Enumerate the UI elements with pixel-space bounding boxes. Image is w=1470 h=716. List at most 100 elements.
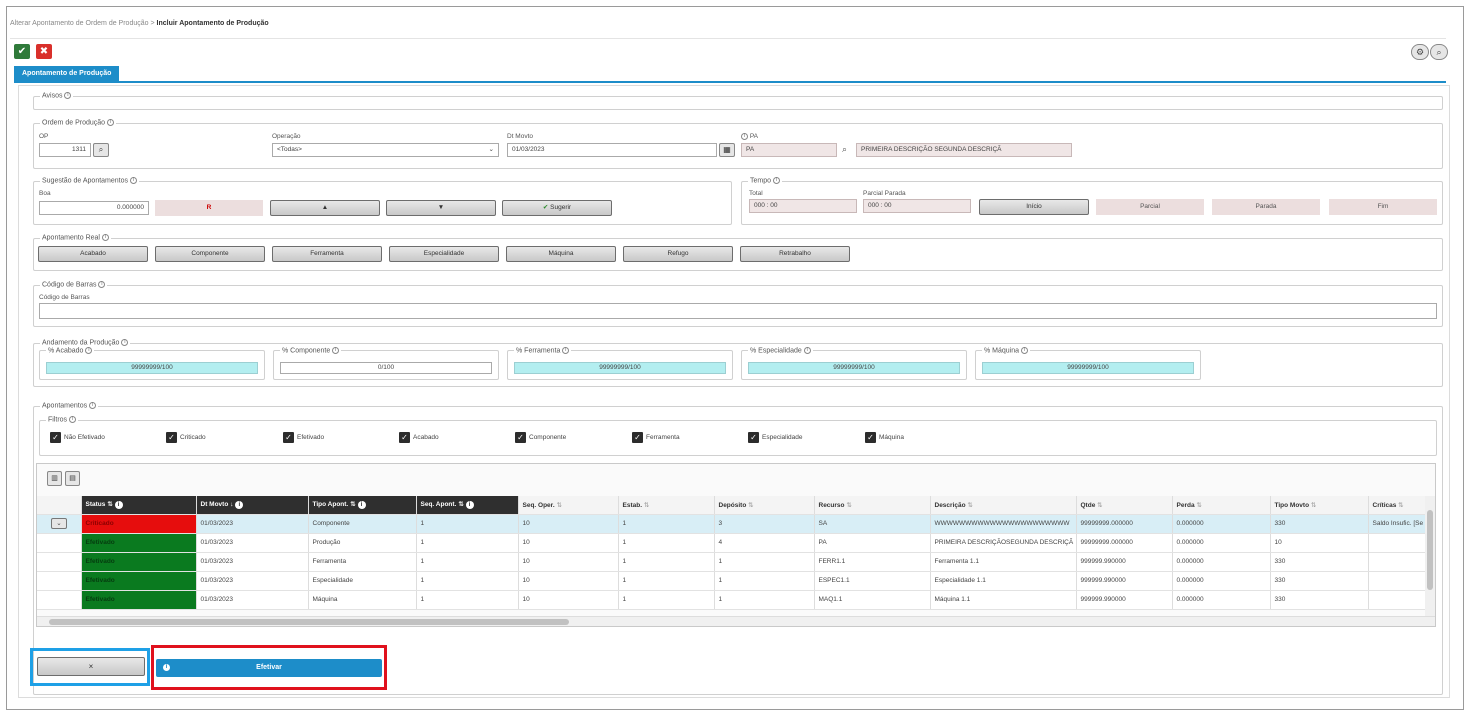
- col-header-descricao[interactable]: Descrição ⇅: [930, 496, 1077, 515]
- cancel-button[interactable]: ✖: [36, 44, 52, 59]
- maquina-progress-field: 99999999/100: [982, 362, 1194, 374]
- filter-efetivado[interactable]: ✓ Efetivado: [283, 432, 324, 444]
- inicio-button[interactable]: Início: [979, 199, 1089, 215]
- operacao-select[interactable]: <Todas> ⌄: [272, 143, 499, 157]
- row-expand-cell[interactable]: ⌄: [37, 514, 82, 534]
- filter-criticado[interactable]: ✓ Criticado: [166, 432, 206, 444]
- parada-button[interactable]: Parada: [1212, 199, 1320, 215]
- grid-vertical-scrollbar[interactable]: [1425, 496, 1435, 618]
- table-row[interactable]: ⌄ Criticado 01/03/2023 Componente 1 10 1…: [37, 514, 1435, 534]
- acabado-button[interactable]: Acabado: [38, 246, 148, 262]
- search-icon[interactable]: ⌕: [842, 144, 847, 155]
- breadcrumb-separator: >: [150, 20, 155, 27]
- tipo-movto-cell: 330: [1270, 514, 1369, 534]
- apontamentos-grid: ▥ ▤ Status ⇅ i Dt Movto ↓ i Tipo Apont. ⇅ i…: [36, 463, 1436, 627]
- move-down-button[interactable]: ▼: [386, 200, 496, 216]
- filter-maquina[interactable]: ✓ Máquina: [865, 432, 904, 444]
- op-search-button[interactable]: ⌕: [93, 143, 109, 157]
- grid-horizontal-scrollbar[interactable]: [37, 616, 1435, 626]
- zoom-button[interactable]: ⌕: [1430, 44, 1448, 60]
- recurso-cell: PA: [814, 533, 931, 553]
- sugerir-button[interactable]: ✔ Sugerir: [502, 200, 612, 216]
- componente-progress-field: 0/100: [280, 362, 492, 374]
- arrow-down-icon: ▼: [437, 204, 445, 211]
- recurso-cell: SA: [814, 514, 931, 534]
- settings-button[interactable]: ⚙: [1411, 44, 1429, 60]
- ordem-group: Ordem de Produção i OP 1311 ⌕ Operação <…: [33, 119, 1443, 169]
- info-icon: i: [357, 501, 366, 510]
- sort-desc-icon: ↓: [230, 500, 234, 508]
- col-header-seq-oper[interactable]: Seq. Oper. ⇅: [518, 496, 619, 515]
- andamento-title: Andamento da Produção i: [40, 339, 131, 347]
- parcial-button[interactable]: Parcial: [1096, 199, 1204, 215]
- confirm-button[interactable]: ✔: [14, 44, 30, 59]
- filter-especialidade[interactable]: ✓ Especialidade: [748, 432, 802, 444]
- move-up-button[interactable]: ▲: [270, 200, 380, 216]
- refugo-button[interactable]: Refugo: [623, 246, 733, 262]
- componente-button[interactable]: Componente: [155, 246, 265, 262]
- back-button[interactable]: ×: [37, 657, 145, 676]
- seq-oper-cell: 10: [518, 571, 619, 591]
- retrabalho-button[interactable]: Retrabalho: [740, 246, 850, 262]
- descricao-cell: Especialidade 1.1: [930, 571, 1077, 591]
- filter-nao-efetivado[interactable]: ✓ Não Efetivado: [50, 432, 105, 444]
- estab-cell: 1: [618, 552, 715, 572]
- table-row[interactable]: Efetivado 01/03/2023 Produção 1 10 1 4 P…: [37, 533, 1435, 553]
- filter-ferramenta[interactable]: ✓ Ferramenta: [632, 432, 680, 444]
- col-header-perda[interactable]: Perda ⇅: [1172, 496, 1271, 515]
- pa-field[interactable]: PA: [741, 143, 837, 157]
- sort-icon: ⇅: [556, 501, 562, 509]
- magic-icon: ✔: [542, 204, 549, 211]
- tipo-apont-cell: Especialidade: [308, 571, 417, 591]
- col-header-deposito[interactable]: Depósito ⇅: [714, 496, 815, 515]
- avisos-title: Avisos i: [40, 92, 74, 100]
- sugestao-group: Sugestão de Apontamentos i Boa 0.000000 …: [33, 177, 732, 225]
- col-header-status[interactable]: Status ⇅ i: [81, 496, 197, 515]
- table-row[interactable]: Efetivado 01/03/2023 Máquina 1 10 1 1 MA…: [37, 590, 1435, 610]
- estab-cell: 1: [618, 514, 715, 534]
- columns-icon: ▥: [51, 475, 58, 482]
- tab-apontamento-producao[interactable]: Apontamento de Produção: [14, 66, 120, 81]
- scrollbar-thumb[interactable]: [1427, 510, 1433, 590]
- fim-button[interactable]: Fim: [1329, 199, 1437, 215]
- checkbox-checked-icon: ✓: [283, 432, 294, 443]
- especialidade-progress-field: 99999999/100: [748, 362, 960, 374]
- parcial-parada-label: Parcial Parada: [863, 190, 906, 197]
- grid-export-button[interactable]: ▤: [65, 471, 80, 486]
- tipo-apont-cell: Produção: [308, 533, 417, 553]
- col-header-recurso[interactable]: Recurso ⇅: [814, 496, 931, 515]
- boa-field[interactable]: 0.000000: [39, 201, 149, 215]
- scrollbar-thumb[interactable]: [49, 619, 569, 625]
- dtmovto-field[interactable]: 01/03/2023: [507, 143, 717, 157]
- ferramenta-button[interactable]: Ferramenta: [272, 246, 382, 262]
- info-icon: i: [89, 402, 97, 409]
- grid-columns-button[interactable]: ▥: [47, 471, 62, 486]
- col-header-tipo-movto[interactable]: Tipo Movto ⇅: [1270, 496, 1369, 515]
- op-field[interactable]: 1311: [39, 143, 91, 157]
- filter-componente[interactable]: ✓ Componente: [515, 432, 566, 444]
- deposito-cell: 1: [714, 590, 815, 610]
- especialidade-button[interactable]: Especialidade: [389, 246, 499, 262]
- col-header-dtmovto[interactable]: Dt Movto ↓ i: [196, 496, 309, 515]
- row-expand-cell: [37, 552, 82, 572]
- table-row[interactable]: Efetivado 01/03/2023 Especialidade 1 10 …: [37, 571, 1435, 591]
- tipo-movto-cell: 330: [1270, 552, 1369, 572]
- calendar-button[interactable]: ▦: [719, 143, 735, 157]
- col-header-tipo-apont[interactable]: Tipo Apont. ⇅ i: [308, 496, 417, 515]
- sort-icon: ⇅: [107, 501, 113, 509]
- col-header-qtde[interactable]: Qtde ⇅: [1076, 496, 1173, 515]
- seq-oper-cell: 10: [518, 552, 619, 572]
- col-header-seq-apont[interactable]: Seq. Apont. ⇅ i: [416, 496, 519, 515]
- maquina-button[interactable]: Máquina: [506, 246, 616, 262]
- efetivar-button[interactable]: i Efetivar: [156, 659, 382, 677]
- col-header-estab[interactable]: Estab. ⇅: [618, 496, 715, 515]
- apontamentos-table: Status ⇅ i Dt Movto ↓ i Tipo Apont. ⇅ i Seq…: [37, 496, 1435, 610]
- breadcrumb-parent[interactable]: Alterar Apontamento de Ordem de Produção: [10, 20, 149, 27]
- table-row[interactable]: Efetivado 01/03/2023 Ferramenta 1 10 1 1…: [37, 552, 1435, 572]
- filter-acabado[interactable]: ✓ Acabado: [399, 432, 439, 444]
- codigo-barras-input[interactable]: [39, 303, 1437, 319]
- chevron-down-icon[interactable]: ⌄: [51, 518, 67, 529]
- refugo-suggest-button[interactable]: R: [155, 200, 263, 216]
- info-icon: i: [332, 347, 340, 354]
- tempo-title: Tempo i: [748, 177, 782, 185]
